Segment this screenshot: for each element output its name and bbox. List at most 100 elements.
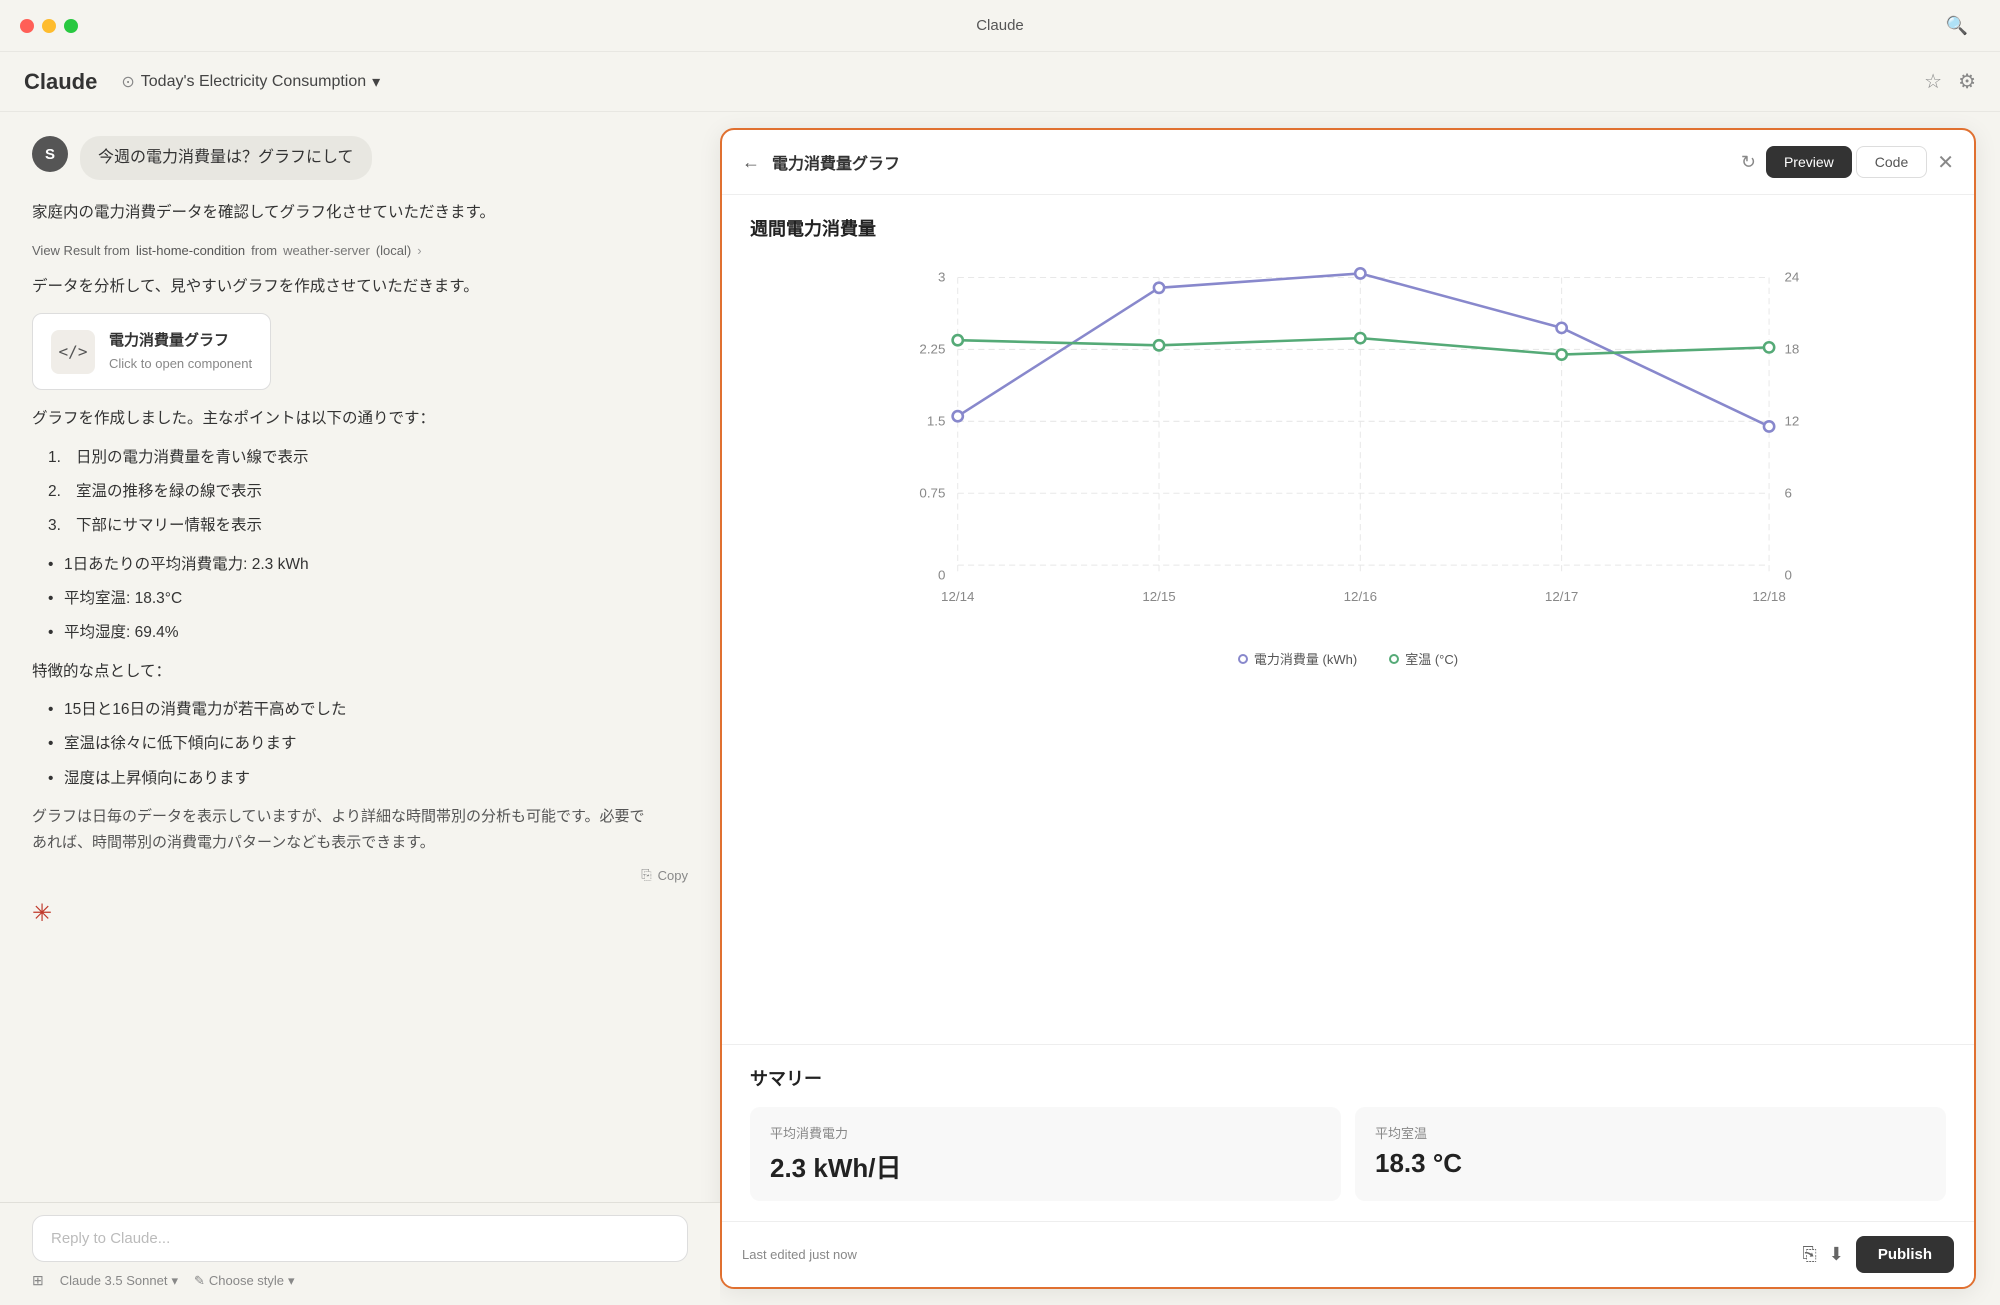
nav-title-text: Today's Electricity Consumption — [141, 73, 366, 91]
preview-panel: ← 電力消費量グラフ ↻ Preview Code ✕ 週間電力消費量 — [720, 128, 1976, 1289]
nav-title-icon: ⊙ — [121, 72, 134, 92]
main-layout: S 今週の電力消費量は？グラフにして 家庭内の電力消費データを確認してグラフ化さ… — [0, 112, 2000, 1305]
summary-card-temperature: 平均室温 18.3 °C — [1355, 1107, 1946, 1201]
input-area: Reply to Claude... ⊞ Claude 3.5 Sonnet ▾… — [0, 1202, 720, 1305]
summary-section: サマリー 平均消費電力 2.3 kWh/日 平均室温 18.3 °C — [722, 1044, 1974, 1221]
legend-dot-temperature — [1389, 654, 1399, 664]
user-message: S 今週の電力消費量は？グラフにして — [32, 136, 688, 180]
app-logo: Claude — [24, 69, 97, 95]
user-bubble-text: 今週の電力消費量は？グラフにして — [80, 136, 372, 180]
titlebar: Claude 🔍 — [0, 0, 2000, 52]
traffic-lights — [20, 19, 78, 33]
tool-call-chevron: › — [417, 240, 421, 262]
refresh-button[interactable]: ↻ — [1741, 152, 1756, 173]
numbered-item-3: 下部にサマリー情報を表示 — [48, 513, 688, 539]
svg-text:0: 0 — [1784, 567, 1791, 582]
footer-status: Last edited just now — [742, 1247, 857, 1262]
search-icon[interactable]: 🔍 — [1946, 15, 1968, 36]
bullet-item-3: 平均湿度: 69.4% — [64, 620, 688, 646]
nav-title-chevron: ▾ — [372, 72, 380, 92]
preview-header-actions: ↻ Preview Code ✕ — [1741, 146, 1954, 178]
bullet-list: 1日あたりの平均消費電力: 2.3 kWh 平均室温: 18.3°C 平均湿度:… — [32, 552, 688, 647]
numbered-item-2: 室温の推移を緑の線で表示 — [48, 479, 688, 505]
tool-call-local: (local) — [376, 240, 411, 262]
star-button[interactable]: ☆ — [1924, 69, 1942, 94]
svg-text:2.25: 2.25 — [919, 342, 945, 357]
numbered-list: 日別の電力消費量を青い線で表示 室温の推移を緑の線で表示 下部にサマリー情報を表… — [32, 445, 688, 540]
legend-electricity: 電力消費量 (kWh) — [1238, 649, 1357, 668]
expand-button[interactable]: ⊞ — [32, 1272, 44, 1289]
tool-call-badge[interactable]: View Result from list-home-condition fro… — [32, 240, 422, 262]
style-chevron: ▾ — [288, 1273, 295, 1289]
settings-button[interactable]: ⚙ — [1958, 69, 1976, 94]
summary-cards: 平均消費電力 2.3 kWh/日 平均室温 18.3 °C — [750, 1107, 1946, 1201]
tool-call-from: from — [251, 240, 277, 262]
svg-text:0: 0 — [938, 567, 945, 582]
features-list: 15日と16日の消費電力が若干高めでした 室温は徐々に低下傾向にあります 湿度は… — [32, 697, 688, 792]
nav-right-actions: ☆ ⚙ — [1924, 69, 1976, 94]
svg-text:12/14: 12/14 — [941, 589, 975, 604]
summary-intro: グラフを作成しました。主なポイントは以下の通りです： — [32, 406, 688, 432]
component-box[interactable]: </> 電力消費量グラフ Click to open component — [32, 313, 271, 391]
style-selector[interactable]: ✎ Choose style ▾ — [194, 1273, 295, 1289]
model-label: Claude 3.5 Sonnet — [60, 1273, 168, 1288]
close-preview-button[interactable]: ✕ — [1937, 150, 1954, 175]
tab-code[interactable]: Code — [1856, 146, 1927, 178]
tab-preview[interactable]: Preview — [1766, 146, 1852, 178]
card2-value: 18.3 °C — [1375, 1148, 1926, 1179]
svg-text:12/17: 12/17 — [1545, 589, 1578, 604]
close-traffic-light[interactable] — [20, 19, 34, 33]
component-title: 電力消費量グラフ — [109, 328, 252, 354]
preview-footer: Last edited just now ⎘ ⬇ Publish — [722, 1221, 1974, 1287]
tool-call-prefix: View Result from — [32, 240, 130, 262]
copy-to-clipboard-button[interactable]: ⎘ — [1802, 1244, 1816, 1265]
card1-label: 平均消費電力 — [770, 1123, 1321, 1142]
input-box[interactable]: Reply to Claude... — [32, 1215, 688, 1262]
copy-row: ⎘ Copy — [32, 867, 688, 883]
tool-call-fn: list-home-condition — [136, 240, 245, 262]
feature-item-3: 湿度は上昇傾向にあります — [64, 766, 688, 792]
input-area-wrapper: Reply to Claude... ⊞ Claude 3.5 Sonnet ▾… — [0, 1202, 720, 1305]
copy-button[interactable]: ⎘ Copy — [641, 867, 688, 883]
legend-electricity-label: 電力消費量 (kWh) — [1254, 649, 1357, 668]
download-button[interactable]: ⬇ — [1829, 1244, 1844, 1265]
component-info: 電力消費量グラフ Click to open component — [109, 328, 252, 376]
assistant-intro: 家庭内の電力消費データを確認してグラフ化させていただきます。 — [32, 200, 688, 226]
maximize-traffic-light[interactable] — [64, 19, 78, 33]
nav-title-button[interactable]: ⊙ Today's Electricity Consumption ▾ — [121, 72, 380, 92]
style-label: Choose style — [209, 1273, 284, 1288]
card1-value: 2.3 kWh/日 — [770, 1148, 1321, 1185]
assistant-analysis: データを分析して、見やすいグラフを作成させていただきます。 — [32, 274, 688, 300]
assistant-message: 家庭内の電力消費データを確認してグラフ化させていただきます。 View Resu… — [32, 200, 688, 899]
legend-temperature: 室温 (°C) — [1389, 649, 1458, 668]
svg-text:12: 12 — [1784, 413, 1799, 428]
tool-call-server: weather-server — [283, 240, 370, 262]
publish-button[interactable]: Publish — [1856, 1236, 1954, 1273]
titlebar-title: Claude — [976, 17, 1024, 34]
user-avatar: S — [32, 136, 68, 172]
copy-icon: ⎘ — [641, 867, 651, 883]
model-chevron: ▾ — [171, 1273, 178, 1289]
minimize-traffic-light[interactable] — [42, 19, 56, 33]
model-selector[interactable]: Claude 3.5 Sonnet ▾ — [60, 1273, 178, 1289]
input-bottom: ⊞ Claude 3.5 Sonnet ▾ ✎ Choose style ▾ — [32, 1272, 688, 1289]
numbered-item-1: 日別の電力消費量を青い線で表示 — [48, 445, 688, 471]
tail-text: グラフは日毎のデータを表示していますが、より詳細な時間帯別の分析も可能です。必要… — [32, 804, 688, 855]
preview-back-button[interactable]: ← — [742, 152, 760, 173]
svg-text:12/16: 12/16 — [1344, 589, 1377, 604]
card2-label: 平均室温 — [1375, 1123, 1926, 1142]
svg-text:18: 18 — [1784, 342, 1799, 357]
preview-tabs: Preview Code — [1766, 146, 1927, 178]
chart-svg: 0 0.75 1.5 2.25 3 0 6 12 18 24 12/14 12/… — [750, 257, 1946, 637]
navbar: Claude ⊙ Today's Electricity Consumption… — [0, 52, 2000, 112]
svg-text:6: 6 — [1784, 485, 1791, 500]
summary-card-electricity: 平均消費電力 2.3 kWh/日 — [750, 1107, 1341, 1201]
summary-section-title: サマリー — [750, 1065, 1946, 1091]
feature-item-2: 室温は徐々に低下傾向にあります — [64, 731, 688, 757]
feature-item-1: 15日と16日の消費電力が若干高めでした — [64, 697, 688, 723]
features-intro: 特徴的な点として： — [32, 659, 688, 685]
component-code-icon: </> — [51, 330, 95, 374]
chart-area: 週間電力消費量 0 — [722, 195, 1974, 1044]
svg-text:12/18: 12/18 — [1752, 589, 1785, 604]
chart-title: 週間電力消費量 — [750, 215, 1946, 241]
